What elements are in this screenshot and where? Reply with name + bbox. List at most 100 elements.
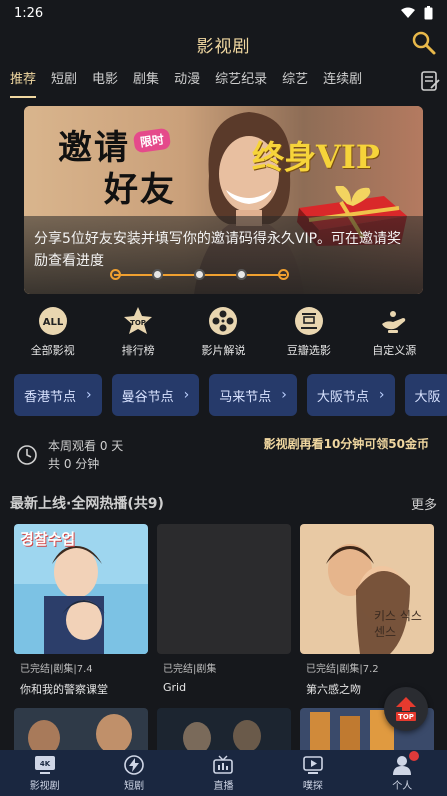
- tab-short-drama[interactable]: 短剧: [51, 64, 77, 98]
- battery-icon: [424, 6, 433, 20]
- nav-label: 噗探: [302, 780, 323, 792]
- watch-minutes: 共 0 分钟: [48, 457, 100, 471]
- tab-variety-documentary[interactable]: 综艺纪录: [215, 64, 267, 98]
- all-icon: ALL: [38, 307, 67, 335]
- tab-series[interactable]: 剧集: [133, 64, 159, 98]
- quick-label: 全部影视: [30, 344, 75, 357]
- node-label: 大阪节点: [316, 389, 369, 405]
- quick-douban[interactable]: 豆瓣选影: [267, 306, 351, 362]
- tab-movie[interactable]: 电影: [92, 64, 118, 98]
- svg-text:ALL: ALL: [42, 317, 63, 328]
- quick-ranking[interactable]: TOP 排行榜: [96, 306, 180, 362]
- quick-custom-source[interactable]: 自定义源: [352, 306, 436, 362]
- poster-image[interactable]: [157, 708, 291, 752]
- chevron-right-icon: ›: [281, 387, 287, 403]
- nav-videos[interactable]: 4K 影视剧: [5, 755, 85, 792]
- banner-pagination: [110, 268, 290, 282]
- quick-film-commentary[interactable]: 影片解说: [181, 306, 265, 362]
- node-label: 大阪: [414, 389, 441, 405]
- poster-art: [157, 708, 291, 752]
- status-bar: 1:26: [0, 0, 447, 26]
- top-icon: TOP: [124, 307, 153, 334]
- tab-anime[interactable]: 动漫: [174, 64, 200, 98]
- watch-stats[interactable]: 本周观看 0 天 共 0 分钟 影视剧再看10分钟可领50金币: [8, 432, 439, 478]
- pagination-dot[interactable]: [236, 269, 247, 280]
- tab-edit-icon[interactable]: [419, 70, 441, 92]
- poster-image[interactable]: [14, 708, 148, 752]
- scroll-top-button[interactable]: TOP: [384, 687, 428, 731]
- banner-vip-text: 终身VIP: [252, 138, 380, 176]
- pagination-dot[interactable]: [110, 269, 121, 280]
- nav-label: 直播: [213, 780, 234, 792]
- nav-label: 影视剧: [29, 780, 60, 792]
- video-grid: 경찰수업 已完结|剧集|7.4 你和我的警察课堂 已完结|剧集 Grid 키스 …: [14, 524, 434, 697]
- video-grid-row-2: [14, 708, 434, 752]
- chevron-right-icon: ›: [183, 387, 190, 403]
- server-nodes: 香港节点 › 曼谷节点 › 马来节点 › 大阪节点 › 大阪: [14, 374, 447, 416]
- section-header: 最新上线·全网热播(共9) 更多: [10, 492, 437, 514]
- poster-title-text: 키스 식스센스: [374, 609, 422, 639]
- user-icon-wrap: [391, 750, 420, 775]
- nav-label: 个人: [392, 780, 413, 792]
- video-card[interactable]: 已完结|剧集 Grid: [157, 524, 291, 697]
- status-icons: [400, 6, 433, 20]
- more-link[interactable]: 更多: [411, 494, 437, 513]
- card-meta: 已完结|剧集|7.4: [20, 664, 93, 675]
- search-icon[interactable]: [411, 30, 437, 56]
- film-reel-icon: [209, 307, 238, 335]
- pagination-dot[interactable]: [152, 269, 163, 280]
- node-osaka[interactable]: 大阪节点 ›: [306, 374, 395, 416]
- tab-tv-series[interactable]: 连续剧: [323, 64, 362, 98]
- quick-label: 豆瓣选影: [286, 344, 331, 357]
- nav-short-drama[interactable]: 短剧: [94, 754, 174, 792]
- quick-label: 排行榜: [121, 344, 155, 357]
- status-time: 1:26: [14, 5, 44, 21]
- node-hongkong[interactable]: 香港节点 ›: [14, 374, 102, 416]
- clock-icon: [17, 445, 37, 465]
- pagination-dot[interactable]: [194, 269, 205, 280]
- banner-caption-text: 分享5位好友安装并填写你的邀请码得永久VIP。可在邀请奖励查看进度: [34, 231, 402, 269]
- svg-text:TOP: TOP: [130, 319, 146, 327]
- quick-label: 影片解说: [201, 344, 246, 357]
- node-bangkok[interactable]: 曼谷节点 ›: [111, 374, 200, 416]
- poster-image-placeholder: [157, 524, 291, 654]
- card-meta: 已完结|剧集: [163, 664, 217, 675]
- tab-recommend[interactable]: 推荐: [10, 64, 37, 98]
- nav-live[interactable]: 直播: [183, 755, 263, 792]
- nav-profile[interactable]: 个人: [362, 750, 442, 792]
- svg-text:4K: 4K: [40, 760, 51, 768]
- card-meta: 已完结|剧集|7.2: [306, 664, 379, 675]
- quick-entries: ALL 全部影视 TOP 排行榜 影片解说 豆瓣选影 自定义源: [10, 306, 437, 362]
- section-title: 最新上线·全网热播(共9): [10, 496, 164, 512]
- tab-variety[interactable]: 综艺: [282, 64, 308, 98]
- nav-explore[interactable]: 噗探: [273, 755, 353, 792]
- node-label: 马来节点: [219, 389, 272, 405]
- category-tabs: 推荐 短剧 电影 剧集 动漫 综艺纪录 综艺 连续剧: [0, 64, 447, 98]
- quick-all-videos[interactable]: ALL 全部影视: [11, 306, 95, 362]
- node-osaka-2[interactable]: 大阪: [404, 374, 447, 416]
- live-tv-icon: [213, 755, 234, 774]
- video-card[interactable]: 경찰수업 已完结|剧集|7.4 你和我的警察课堂: [14, 524, 148, 697]
- poster-art: [14, 708, 148, 752]
- watch-reward-text: 影视剧再看10分钟可领50金币: [263, 437, 429, 451]
- card-title: 你和我的警察课堂: [20, 683, 108, 696]
- poster-title-text: 경찰수업: [20, 530, 76, 548]
- tv-4k-icon: 4K: [34, 755, 55, 774]
- top-button-label: TOP: [398, 713, 414, 721]
- app-header: 影视剧: [0, 26, 447, 62]
- genie-lamp-icon: [382, 311, 406, 333]
- video-card[interactable]: 키스 식스센스 已完结|剧集|7.2 第六感之吻: [300, 524, 434, 697]
- node-label: 香港节点: [24, 389, 77, 405]
- douban-icon: [294, 307, 323, 335]
- node-label: 曼谷节点: [121, 389, 174, 405]
- banner-friend-text: 好友: [104, 170, 176, 210]
- node-malaysia[interactable]: 马来节点 ›: [209, 374, 297, 416]
- promo-banner[interactable]: 邀请 限时 好友 终身VIP 分享5位好友安装并填写你的邀请码得永久VIP。可在…: [24, 106, 423, 294]
- app-title: 影视剧: [196, 36, 251, 57]
- chevron-right-icon: ›: [378, 387, 385, 403]
- lightning-icon: [124, 754, 144, 775]
- play-screen-icon: [303, 755, 323, 774]
- pagination-dot-active[interactable]: [278, 269, 289, 280]
- chevron-right-icon: ›: [86, 387, 92, 403]
- top-arrow-icon: TOP: [396, 697, 416, 721]
